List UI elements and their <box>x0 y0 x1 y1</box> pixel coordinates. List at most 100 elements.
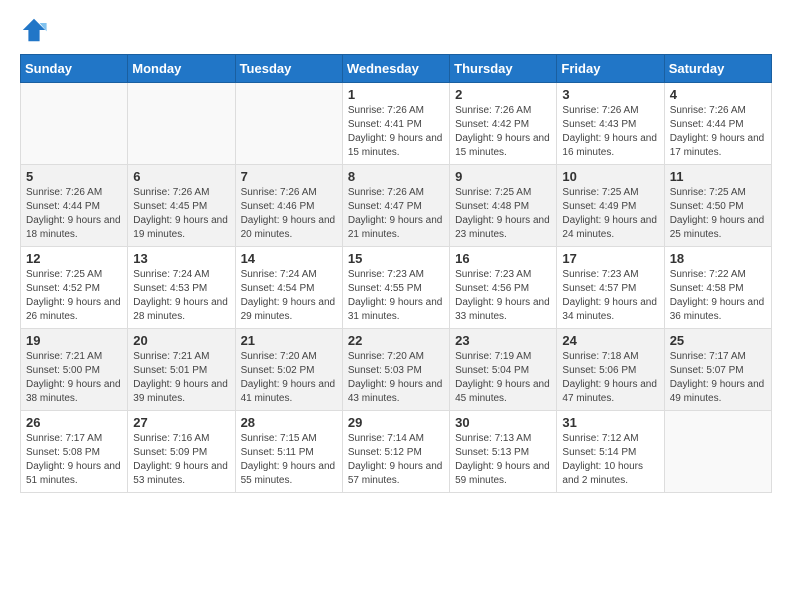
day-info: Sunrise: 7:26 AM Sunset: 4:45 PM Dayligh… <box>133 186 229 242</box>
day-info: Sunrise: 7:23 AM Sunset: 4:55 PM Dayligh… <box>348 268 444 324</box>
calendar-day-cell: 27 Sunrise: 7:16 AM Sunset: 5:09 PM Dayl… <box>128 411 235 493</box>
sunrise-text: Sunrise: 7:25 AM <box>455 187 531 198</box>
weekday-header: Sunday <box>21 55 128 83</box>
weekday-header: Wednesday <box>342 55 449 83</box>
day-number: 23 <box>455 333 551 348</box>
sunset-text: Sunset: 5:02 PM <box>241 365 315 376</box>
day-number: 9 <box>455 169 551 184</box>
daylight-text: Daylight: 9 hours and 16 minutes. <box>562 133 657 158</box>
sunset-text: Sunset: 4:47 PM <box>348 201 422 212</box>
day-number: 11 <box>670 169 766 184</box>
sunset-text: Sunset: 5:03 PM <box>348 365 422 376</box>
day-info: Sunrise: 7:16 AM Sunset: 5:09 PM Dayligh… <box>133 432 229 488</box>
sunset-text: Sunset: 5:00 PM <box>26 365 100 376</box>
daylight-text: Daylight: 9 hours and 26 minutes. <box>26 297 121 322</box>
sunset-text: Sunset: 4:44 PM <box>26 201 100 212</box>
logo-icon <box>20 16 48 44</box>
day-number: 16 <box>455 251 551 266</box>
sunset-text: Sunset: 5:01 PM <box>133 365 207 376</box>
weekday-header: Tuesday <box>235 55 342 83</box>
sunset-text: Sunset: 5:11 PM <box>241 447 314 458</box>
calendar-day-cell: 22 Sunrise: 7:20 AM Sunset: 5:03 PM Dayl… <box>342 329 449 411</box>
sunset-text: Sunset: 4:52 PM <box>26 283 100 294</box>
daylight-text: Daylight: 9 hours and 47 minutes. <box>562 379 657 404</box>
sunset-text: Sunset: 4:58 PM <box>670 283 744 294</box>
day-info: Sunrise: 7:26 AM Sunset: 4:41 PM Dayligh… <box>348 104 444 160</box>
logo <box>20 16 52 44</box>
day-info: Sunrise: 7:22 AM Sunset: 4:58 PM Dayligh… <box>670 268 766 324</box>
calendar-week-row: 26 Sunrise: 7:17 AM Sunset: 5:08 PM Dayl… <box>21 411 772 493</box>
calendar-day-cell: 7 Sunrise: 7:26 AM Sunset: 4:46 PM Dayli… <box>235 165 342 247</box>
daylight-text: Daylight: 9 hours and 29 minutes. <box>241 297 336 322</box>
calendar-day-cell <box>664 411 771 493</box>
sunset-text: Sunset: 5:06 PM <box>562 365 636 376</box>
daylight-text: Daylight: 9 hours and 55 minutes. <box>241 461 336 486</box>
daylight-text: Daylight: 9 hours and 21 minutes. <box>348 215 443 240</box>
calendar-day-cell <box>128 83 235 165</box>
sunrise-text: Sunrise: 7:19 AM <box>455 351 531 362</box>
sunset-text: Sunset: 4:56 PM <box>455 283 529 294</box>
sunset-text: Sunset: 5:07 PM <box>670 365 744 376</box>
calendar-day-cell: 15 Sunrise: 7:23 AM Sunset: 4:55 PM Dayl… <box>342 247 449 329</box>
weekday-header: Thursday <box>450 55 557 83</box>
daylight-text: Daylight: 9 hours and 43 minutes. <box>348 379 443 404</box>
day-info: Sunrise: 7:21 AM Sunset: 5:01 PM Dayligh… <box>133 350 229 406</box>
day-number: 31 <box>562 415 658 430</box>
calendar-week-row: 12 Sunrise: 7:25 AM Sunset: 4:52 PM Dayl… <box>21 247 772 329</box>
daylight-text: Daylight: 9 hours and 41 minutes. <box>241 379 336 404</box>
calendar-day-cell: 17 Sunrise: 7:23 AM Sunset: 4:57 PM Dayl… <box>557 247 664 329</box>
day-info: Sunrise: 7:15 AM Sunset: 5:11 PM Dayligh… <box>241 432 337 488</box>
day-number: 15 <box>348 251 444 266</box>
day-info: Sunrise: 7:20 AM Sunset: 5:03 PM Dayligh… <box>348 350 444 406</box>
day-info: Sunrise: 7:19 AM Sunset: 5:04 PM Dayligh… <box>455 350 551 406</box>
day-info: Sunrise: 7:21 AM Sunset: 5:00 PM Dayligh… <box>26 350 122 406</box>
calendar-day-cell: 12 Sunrise: 7:25 AM Sunset: 4:52 PM Dayl… <box>21 247 128 329</box>
daylight-text: Daylight: 9 hours and 28 minutes. <box>133 297 228 322</box>
sunrise-text: Sunrise: 7:21 AM <box>133 351 209 362</box>
sunrise-text: Sunrise: 7:16 AM <box>133 433 209 444</box>
day-info: Sunrise: 7:24 AM Sunset: 4:53 PM Dayligh… <box>133 268 229 324</box>
sunset-text: Sunset: 5:08 PM <box>26 447 100 458</box>
daylight-text: Daylight: 9 hours and 49 minutes. <box>670 379 765 404</box>
sunset-text: Sunset: 4:49 PM <box>562 201 636 212</box>
calendar-day-cell: 1 Sunrise: 7:26 AM Sunset: 4:41 PM Dayli… <box>342 83 449 165</box>
day-number: 14 <box>241 251 337 266</box>
calendar-table: SundayMondayTuesdayWednesdayThursdayFrid… <box>20 54 772 493</box>
day-number: 10 <box>562 169 658 184</box>
calendar-day-cell: 24 Sunrise: 7:18 AM Sunset: 5:06 PM Dayl… <box>557 329 664 411</box>
daylight-text: Daylight: 9 hours and 25 minutes. <box>670 215 765 240</box>
day-number: 7 <box>241 169 337 184</box>
sunrise-text: Sunrise: 7:24 AM <box>133 269 209 280</box>
day-info: Sunrise: 7:17 AM Sunset: 5:07 PM Dayligh… <box>670 350 766 406</box>
day-info: Sunrise: 7:25 AM Sunset: 4:52 PM Dayligh… <box>26 268 122 324</box>
day-info: Sunrise: 7:26 AM Sunset: 4:44 PM Dayligh… <box>670 104 766 160</box>
sunrise-text: Sunrise: 7:26 AM <box>133 187 209 198</box>
daylight-text: Daylight: 9 hours and 57 minutes. <box>348 461 443 486</box>
day-info: Sunrise: 7:23 AM Sunset: 4:57 PM Dayligh… <box>562 268 658 324</box>
day-info: Sunrise: 7:25 AM Sunset: 4:49 PM Dayligh… <box>562 186 658 242</box>
sunrise-text: Sunrise: 7:21 AM <box>26 351 102 362</box>
sunset-text: Sunset: 5:14 PM <box>562 447 636 458</box>
calendar-day-cell: 25 Sunrise: 7:17 AM Sunset: 5:07 PM Dayl… <box>664 329 771 411</box>
daylight-text: Daylight: 9 hours and 33 minutes. <box>455 297 550 322</box>
sunset-text: Sunset: 4:48 PM <box>455 201 529 212</box>
sunset-text: Sunset: 5:12 PM <box>348 447 422 458</box>
calendar-day-cell <box>235 83 342 165</box>
calendar-day-cell: 31 Sunrise: 7:12 AM Sunset: 5:14 PM Dayl… <box>557 411 664 493</box>
weekday-header: Monday <box>128 55 235 83</box>
day-info: Sunrise: 7:25 AM Sunset: 4:50 PM Dayligh… <box>670 186 766 242</box>
sunset-text: Sunset: 4:46 PM <box>241 201 315 212</box>
sunrise-text: Sunrise: 7:26 AM <box>348 187 424 198</box>
sunrise-text: Sunrise: 7:13 AM <box>455 433 531 444</box>
day-number: 6 <box>133 169 229 184</box>
daylight-text: Daylight: 9 hours and 31 minutes. <box>348 297 443 322</box>
sunrise-text: Sunrise: 7:20 AM <box>348 351 424 362</box>
day-number: 22 <box>348 333 444 348</box>
day-info: Sunrise: 7:24 AM Sunset: 4:54 PM Dayligh… <box>241 268 337 324</box>
day-number: 4 <box>670 87 766 102</box>
calendar-day-cell: 8 Sunrise: 7:26 AM Sunset: 4:47 PM Dayli… <box>342 165 449 247</box>
sunrise-text: Sunrise: 7:12 AM <box>562 433 638 444</box>
sunrise-text: Sunrise: 7:26 AM <box>241 187 317 198</box>
sunrise-text: Sunrise: 7:25 AM <box>562 187 638 198</box>
day-info: Sunrise: 7:13 AM Sunset: 5:13 PM Dayligh… <box>455 432 551 488</box>
